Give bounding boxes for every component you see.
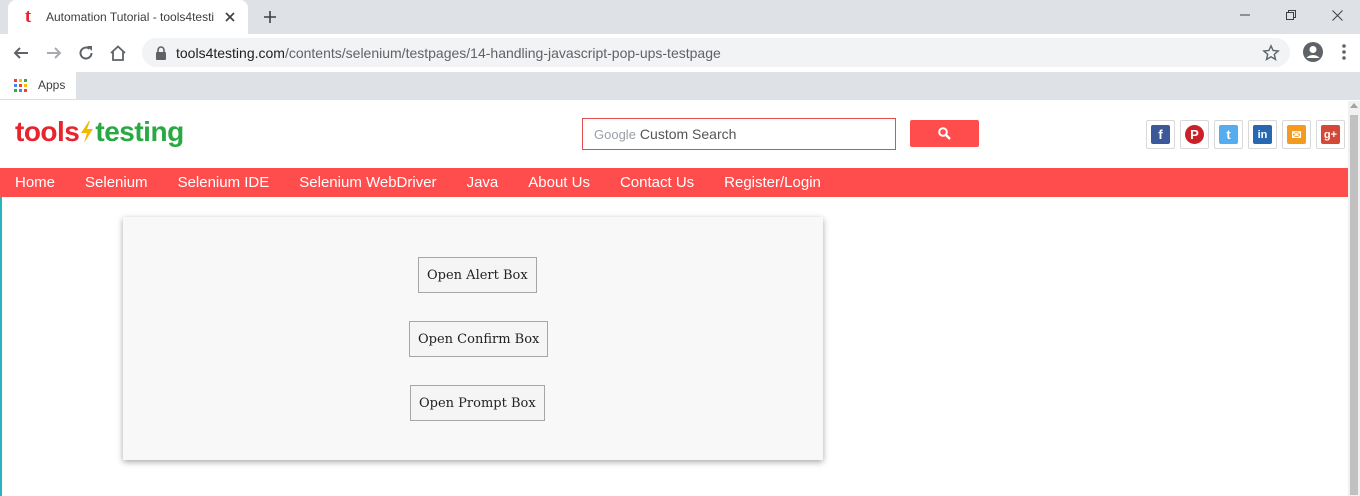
pinterest-button[interactable]: P	[1180, 120, 1209, 149]
lightning-bolt-icon	[79, 116, 95, 147]
nav-register-login[interactable]: Register/Login	[724, 174, 821, 191]
tab-close-icon[interactable]	[222, 9, 238, 25]
nav-java[interactable]: Java	[467, 174, 499, 191]
linkedin-button[interactable]: in	[1248, 120, 1277, 149]
address-bar[interactable]: tools4testing.com/contents/selenium/test…	[142, 38, 1290, 67]
google-plus-button[interactable]: g+	[1316, 120, 1345, 149]
bookmark-star-icon[interactable]	[1262, 44, 1280, 62]
facebook-icon: f	[1151, 125, 1170, 144]
email-icon: ✉	[1287, 125, 1306, 144]
search-button[interactable]	[910, 120, 979, 147]
google-brand-text: Google	[594, 126, 636, 142]
open-alert-box-button[interactable]: Open Alert Box	[418, 257, 537, 293]
nav-selenium-ide[interactable]: Selenium IDE	[178, 174, 270, 191]
scroll-thumb[interactable]	[1350, 115, 1358, 495]
bookmarks-bar-empty-area	[76, 72, 1360, 100]
restore-icon[interactable]	[1268, 0, 1314, 30]
browser-toolbar: tools4testing.com/contents/selenium/test…	[0, 34, 1360, 72]
browser-tab[interactable]: t Automation Tutorial - tools4testi	[8, 0, 248, 34]
tab-strip: t Automation Tutorial - tools4testi	[0, 0, 1360, 34]
page-scrollbar[interactable]	[1348, 101, 1360, 496]
forward-icon[interactable]	[42, 41, 66, 65]
custom-search-box[interactable]: Google	[582, 118, 896, 150]
home-icon[interactable]	[106, 41, 130, 65]
reload-icon[interactable]	[74, 41, 98, 65]
google-plus-icon: g+	[1321, 125, 1340, 144]
nav-about-us[interactable]: About Us	[528, 174, 590, 191]
facebook-button[interactable]: f	[1146, 120, 1175, 149]
nav-home[interactable]: Home	[15, 174, 55, 191]
site-header: toolstesting Google f P t in ✉ g+	[0, 101, 1348, 168]
url-text: tools4testing.com/contents/selenium/test…	[176, 44, 721, 61]
browser-menu-icon[interactable]	[1334, 41, 1354, 63]
nav-contact-us[interactable]: Contact Us	[620, 174, 694, 191]
tab-title: Automation Tutorial - tools4testi	[46, 10, 215, 24]
page-viewport: toolstesting Google f P t in ✉ g+ Home S…	[0, 101, 1360, 496]
minimize-icon[interactable]	[1222, 0, 1268, 30]
main-nav: Home Selenium Selenium IDE Selenium WebD…	[0, 168, 1348, 197]
social-icons: f P t in ✉ g+	[1146, 120, 1350, 149]
site-favicon-icon: t	[24, 6, 32, 27]
search-input[interactable]	[639, 126, 895, 142]
close-window-icon[interactable]	[1314, 0, 1360, 30]
scroll-up-arrow-icon[interactable]	[1350, 103, 1358, 108]
email-button[interactable]: ✉	[1282, 120, 1311, 149]
popup-test-panel: Open Alert Box Open Confirm Box Open Pro…	[123, 217, 823, 460]
apps-grid-icon	[14, 78, 27, 92]
twitter-icon: t	[1219, 125, 1238, 144]
search-icon	[938, 127, 951, 140]
open-prompt-box-button[interactable]: Open Prompt Box	[410, 385, 545, 421]
open-confirm-box-button[interactable]: Open Confirm Box	[409, 321, 549, 357]
new-tab-icon[interactable]	[260, 7, 280, 27]
lock-icon	[154, 45, 168, 60]
profile-avatar-icon[interactable]	[1302, 41, 1324, 63]
window-controls	[1222, 0, 1360, 30]
twitter-button[interactable]: t	[1214, 120, 1243, 149]
site-logo[interactable]: tools testing	[15, 116, 184, 148]
linkedin-icon: in	[1253, 125, 1272, 144]
apps-label: Apps	[38, 78, 66, 92]
back-icon[interactable]	[9, 41, 33, 65]
bookmarks-bar: Apps	[0, 72, 1360, 100]
nav-selenium-webdriver[interactable]: Selenium WebDriver	[299, 174, 436, 191]
pinterest-icon: P	[1185, 125, 1204, 144]
page-left-border	[0, 197, 2, 496]
nav-selenium[interactable]: Selenium	[85, 174, 148, 191]
bookmark-apps[interactable]: Apps	[14, 78, 65, 92]
